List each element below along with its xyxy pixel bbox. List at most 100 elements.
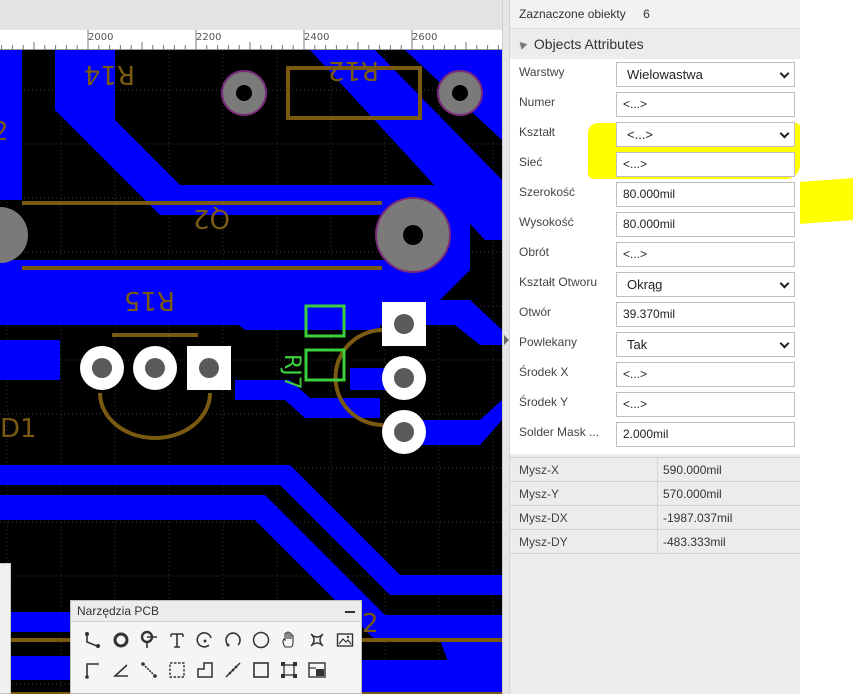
- minimize-icon[interactable]: [345, 611, 355, 613]
- mouse-y-value: 570.000mil: [663, 487, 722, 501]
- mouse-x-value: 590.000mil: [663, 463, 722, 477]
- mouse-coordinates-table: Mysz-X 590.000mil Mysz-Y 570.000mil Mysz…: [510, 457, 800, 554]
- chevron-down-icon: [779, 338, 790, 349]
- corner-line-icon[interactable]: [79, 658, 107, 682]
- pcb-tools-palette[interactable]: Narzędzia PCB: [70, 600, 362, 694]
- pad-hole: [92, 358, 112, 378]
- text-icon[interactable]: [163, 628, 191, 652]
- horizontal-ruler: 2000 2200 2400 2600: [0, 30, 502, 50]
- mouse-dy-label: Mysz-DY: [510, 530, 658, 553]
- arc-edge-icon[interactable]: [219, 628, 247, 652]
- attr-row-height: Wysokość 80.000mil: [510, 210, 800, 240]
- pan-hand-icon[interactable]: [275, 628, 303, 652]
- ruler-label: 2600: [412, 32, 438, 43]
- designator-r12: R12: [328, 55, 379, 85]
- chevron-down-icon: [779, 128, 790, 139]
- angle-line-icon[interactable]: [107, 658, 135, 682]
- collapse-triangle-icon[interactable]: [516, 39, 528, 50]
- keepout-icon[interactable]: [303, 658, 331, 682]
- width-input[interactable]: 80.000mil: [616, 182, 795, 207]
- pad-hole: [236, 85, 252, 101]
- chevron-down-icon: [779, 278, 790, 289]
- layers-select-value: Wielowastwa: [627, 67, 703, 82]
- selected-objects-count: 6: [643, 7, 650, 21]
- attr-row-solder-mask: Solder Mask ... 2.000mil: [510, 420, 800, 450]
- circle-icon[interactable]: [247, 628, 275, 652]
- selected-objects-row: Zaznaczone obiekty 6: [510, 0, 800, 28]
- attributes-list: Warstwy Wielowastwa Numer <...> Kształt …: [510, 59, 853, 454]
- attr-label: Numer: [519, 95, 556, 109]
- chevron-down-icon: [779, 68, 790, 79]
- pcb-drawing[interactable]: R14 R12 Q2 R15 D1 2 2 RJ7: [0, 50, 502, 694]
- pcb-tools-title-bar[interactable]: Narzędzia PCB: [71, 601, 361, 622]
- collapsed-panel-stub[interactable]: [0, 563, 11, 694]
- track-icon[interactable]: [79, 628, 107, 652]
- attr-label: Środek X: [519, 365, 569, 379]
- pcb-board[interactable]: R14 R12 Q2 R15 D1 2 2 RJ7: [0, 50, 502, 694]
- pad-hole: [145, 358, 165, 378]
- attr-label: Otwór: [519, 305, 552, 319]
- objects-attributes-title: Objects Attributes: [533, 36, 644, 52]
- table-row: Mysz-Y 570.000mil: [510, 482, 800, 506]
- height-input[interactable]: 80.000mil: [616, 212, 795, 237]
- pad-hole: [403, 225, 423, 245]
- attr-label: Obrót: [519, 245, 550, 259]
- mouse-x-label: Mysz-X: [510, 458, 658, 481]
- attr-row-width: Szerokość 80.000mil: [510, 180, 800, 210]
- ruler-label: 2000: [88, 32, 114, 43]
- table-row: Mysz-DX -1987.037mil: [510, 506, 800, 530]
- polygon-icon[interactable]: [191, 658, 219, 682]
- attr-label: Kształt Otworu: [519, 275, 598, 289]
- number-input[interactable]: <...>: [616, 92, 795, 117]
- arc-center-icon[interactable]: [191, 628, 219, 652]
- hole-shape-select[interactable]: Okrąg: [616, 272, 795, 297]
- pad-hole: [394, 422, 414, 442]
- ruler-label: 2400: [304, 32, 330, 43]
- attr-label: Warstwy: [519, 65, 565, 79]
- center-y-input[interactable]: <...>: [616, 392, 795, 417]
- attr-row-center-y: Środek Y <...>: [510, 390, 800, 420]
- table-row: Mysz-X 590.000mil: [510, 458, 800, 482]
- designator-q2: Q2: [193, 203, 230, 233]
- rectangle-icon[interactable]: [247, 658, 275, 682]
- image-icon[interactable]: [331, 628, 359, 652]
- designator-d1: D1: [0, 414, 37, 444]
- net-input[interactable]: <...>: [616, 152, 795, 177]
- measure-icon[interactable]: [219, 658, 247, 682]
- plated-select[interactable]: Tak: [616, 332, 795, 357]
- hole-shape-select-value: Okrąg: [627, 277, 663, 292]
- center-x-input[interactable]: <...>: [616, 362, 795, 387]
- pcb-canvas-area[interactable]: 2000 2200 2400 2600 R14 R12 Q2 R15 D1 2 …: [0, 0, 502, 694]
- tool-row-1: [71, 628, 361, 652]
- pcb-footprint-icon[interactable]: [303, 628, 331, 652]
- selected-objects-label: Zaznaczone obiekty: [519, 7, 626, 21]
- objects-attributes-header[interactable]: Objects Attributes: [510, 28, 800, 59]
- attr-row-number: Numer <...>: [510, 90, 800, 120]
- pad-hole: [394, 314, 414, 334]
- select-region-icon[interactable]: [275, 658, 303, 682]
- solder-mask-input[interactable]: 2.000mil: [616, 422, 795, 447]
- attr-row-center-x: Środek X <...>: [510, 360, 800, 390]
- attr-row-shape: Kształt <...>: [510, 120, 800, 150]
- designator-r14: R14: [84, 59, 135, 89]
- attr-row-hole-shape: Kształt Otworu Okrąg: [510, 270, 800, 300]
- canvas-top-bar: [0, 0, 502, 30]
- dashed-rect-icon[interactable]: [163, 658, 191, 682]
- designator-rj7: RJ7: [279, 354, 304, 390]
- attr-row-layers: Warstwy Wielowastwa: [510, 60, 800, 90]
- designator-r15: R15: [124, 285, 175, 315]
- pad-hole: [452, 85, 468, 101]
- attr-row-net: Sieć <...>: [510, 150, 800, 180]
- rotation-input[interactable]: <...>: [616, 242, 795, 267]
- pad-icon[interactable]: [135, 628, 163, 652]
- hole-input[interactable]: 39.370mil: [616, 302, 795, 327]
- panel-splitter[interactable]: [502, 0, 510, 694]
- diagonal-line-icon[interactable]: [135, 658, 163, 682]
- layers-select[interactable]: Wielowastwa: [616, 62, 795, 87]
- designator-2: 2: [362, 609, 379, 639]
- attr-label: Sieć: [519, 155, 543, 169]
- attr-row-hole: Otwór 39.370mil: [510, 300, 800, 330]
- shape-select[interactable]: <...>: [616, 122, 795, 147]
- splitter-grip-icon[interactable]: [504, 335, 509, 345]
- via-icon[interactable]: [107, 628, 135, 652]
